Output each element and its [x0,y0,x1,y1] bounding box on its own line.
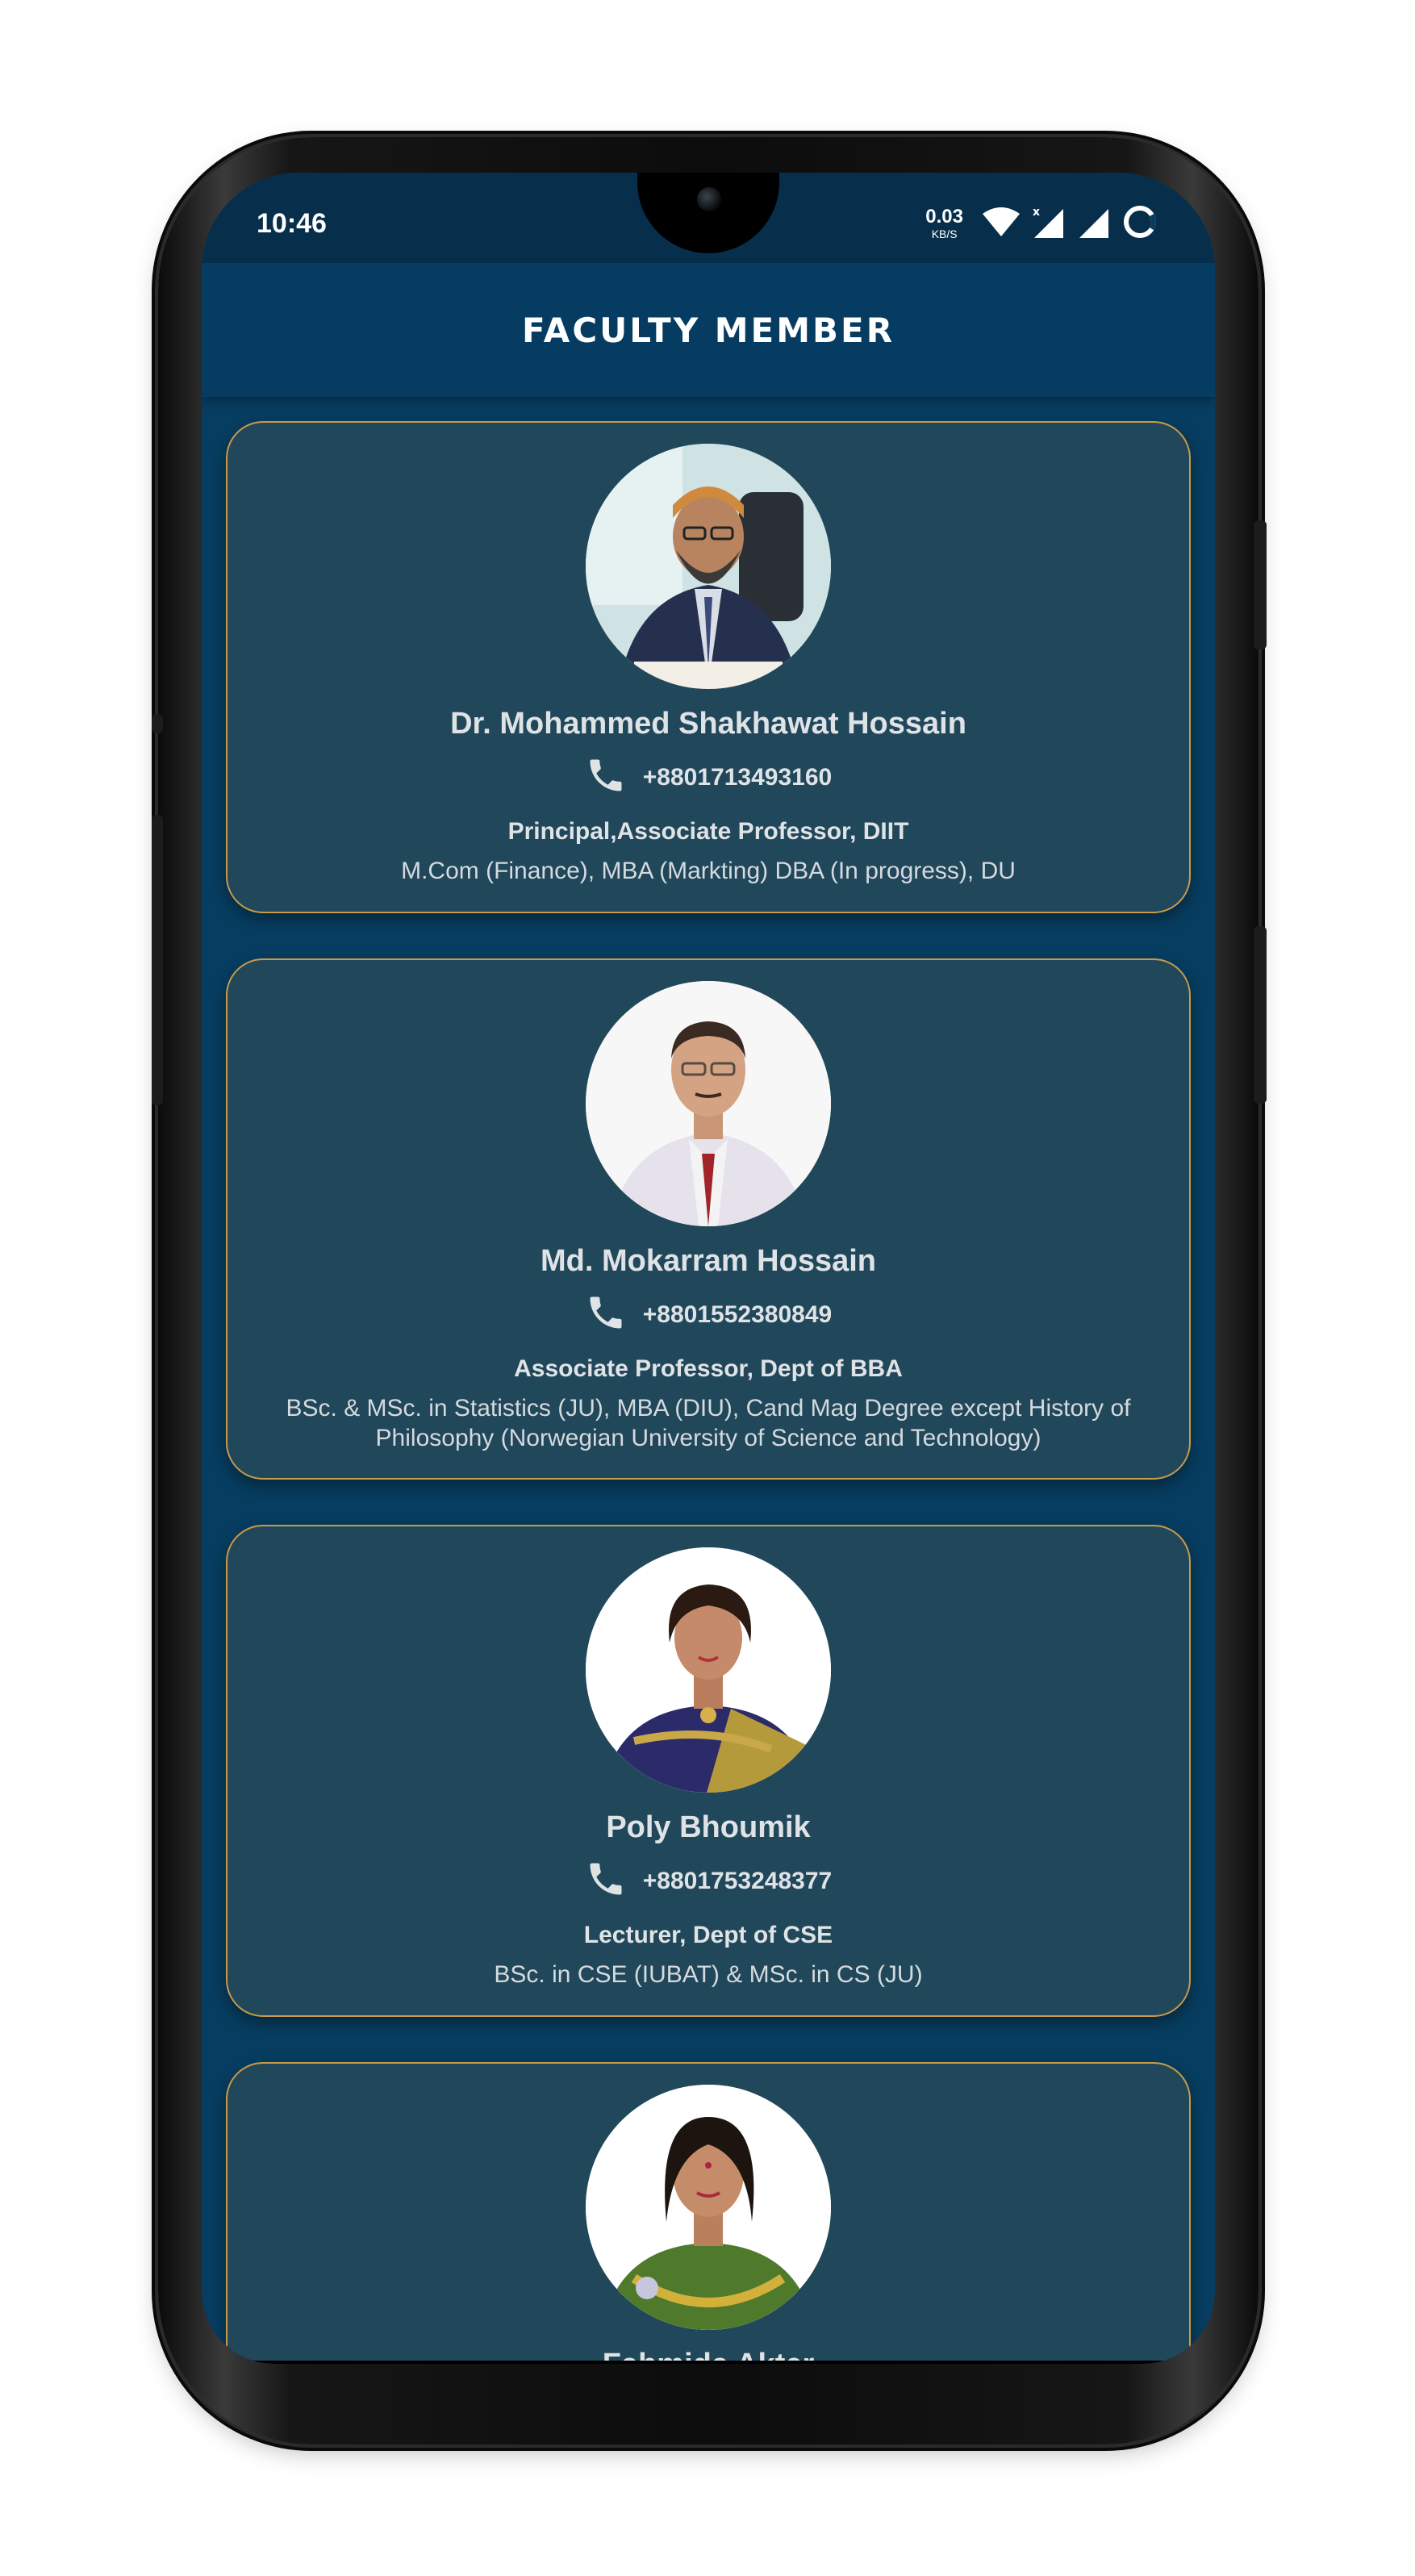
svg-text:x: x [1033,206,1040,219]
avatar [586,981,831,1226]
faculty-education: M.Com (Finance), MBA (Markting) DBA (In … [401,858,1016,884]
network-speed-unit: KB/S [931,228,958,240]
phone-number[interactable]: +8801713493160 [643,764,832,791]
phone-row[interactable]: +8801552380849 [585,1292,832,1338]
screen-bottom-edge [202,2361,1215,2364]
network-speed-value: 0.03 [925,206,963,228]
status-icons: 0.03 KB/S x [925,203,1158,244]
signal-x-icon: x [1031,204,1066,244]
faculty-role: Principal,Associate Professor, DIIT [507,818,909,845]
phone-icon[interactable] [585,754,627,800]
faculty-name: Dr. Mohammed Shakhawat Hossain [450,707,966,741]
avatar [586,2085,831,2330]
faculty-card[interactable]: Md. Mokarram Hossain +8801552380849 Asso… [226,958,1191,1480]
phone-screen: 10:46 0.03 KB/S x FACULTY MEMBER Dr. Moh… [202,173,1215,2364]
faculty-role: Lecturer, Dept of CSE [583,1922,833,1948]
front-camera [697,187,721,211]
notch [637,173,779,253]
faculty-card[interactable]: Fahmida Akter [226,2062,1191,2364]
page-title: FACULTY MEMBER [521,310,895,350]
status-time: 10:46 [257,208,327,239]
phone-number[interactable]: +8801753248377 [643,1868,832,1895]
network-speed: 0.03 KB/S [925,207,963,240]
faculty-education: BSc. & MSc. in Statistics (JU), MBA (DIU… [286,1395,1131,1451]
faculty-education: BSc. in CSE (IUBAT) & MSc. in CS (JU) [494,1961,923,1988]
phone-icon[interactable] [585,1292,627,1338]
avatar [586,444,831,689]
phone-row[interactable]: +8801753248377 [585,1858,832,1904]
phone-row[interactable]: +8801713493160 [585,754,832,800]
phone-icon[interactable] [585,1858,627,1904]
avatar [586,1547,831,1793]
faculty-name: Poly Bhoumik [606,1810,811,1844]
phone-power-button [1254,926,1267,1104]
faculty-name: Md. Mokarram Hossain [541,1244,876,1278]
loading-ring-icon [1121,203,1158,244]
faculty-card[interactable]: Dr. Mohammed Shakhawat Hossain +88017134… [226,421,1191,913]
signal-icon [1076,204,1112,244]
wifi-icon [981,206,1021,242]
phone-side-button [152,714,163,733]
phone-number[interactable]: +8801552380849 [643,1301,832,1329]
faculty-card[interactable]: Poly Bhoumik +8801753248377 Lecturer, De… [226,1525,1191,2017]
faculty-role: Associate Professor, Dept of BBA [514,1355,903,1382]
phone-volume-button [152,815,163,1105]
faculty-list[interactable]: Dr. Mohammed Shakhawat Hossain +88017134… [202,397,1215,2364]
phone-alert-slider [1254,520,1267,649]
app-bar: FACULTY MEMBER [202,263,1215,397]
status-bar: 10:46 0.03 KB/S x [202,173,1215,263]
